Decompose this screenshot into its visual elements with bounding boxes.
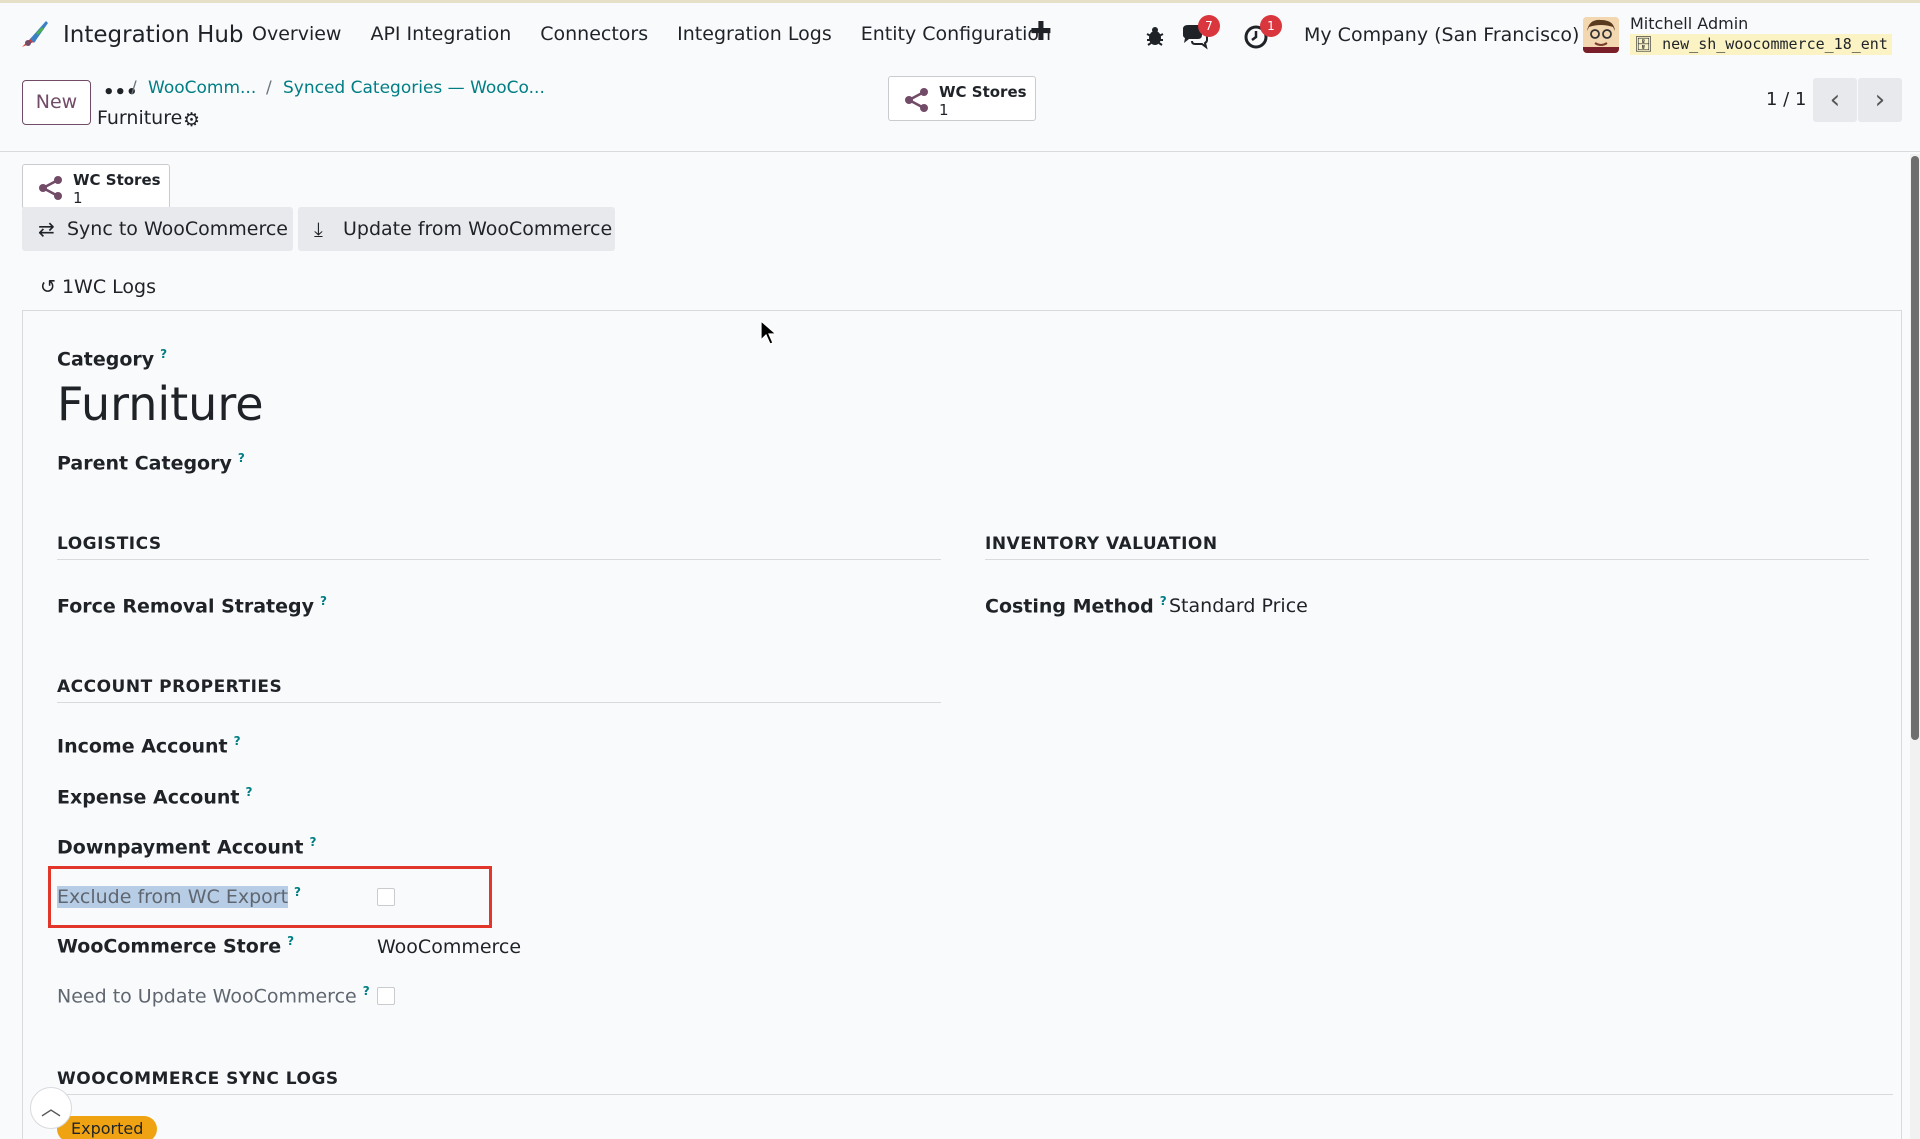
bug-icon[interactable] xyxy=(1140,21,1170,51)
arrows-exchange-icon: ⇄ xyxy=(38,217,55,241)
help-icon[interactable]: ? xyxy=(160,347,167,361)
sync-label: Sync to WooCommerce xyxy=(67,218,288,240)
costing-method-label-text: Costing Method xyxy=(985,595,1154,618)
database-tag: 🗄 new_sh_woocommerce_18_ent xyxy=(1630,34,1892,55)
wc-stores-stat-button-header[interactable]: WC Stores 1 xyxy=(888,76,1036,121)
form-view: WC Stores 1 ⇄ Sync to WooCommerce ⤓ Upda… xyxy=(0,152,1920,1139)
breadcrumb-item-synced-categories[interactable]: Synced Categories — WooCo... xyxy=(283,78,545,98)
stat-value: 1 xyxy=(939,101,949,119)
menu-connectors[interactable]: Connectors xyxy=(540,23,648,45)
exclude-from-wc-export-checkbox[interactable] xyxy=(377,888,395,906)
divider xyxy=(57,702,941,703)
help-icon[interactable]: ? xyxy=(234,734,241,748)
history-icon: ↺ xyxy=(40,276,56,298)
category-name-field[interactable]: Furniture xyxy=(57,377,264,431)
need-update-label: Need to Update WooCommerce? xyxy=(57,984,370,1007)
user-name[interactable]: Mitchell Admin xyxy=(1630,14,1748,33)
logs-label: 1WC Logs xyxy=(61,276,156,298)
woocommerce-store-value[interactable]: WooCommerce xyxy=(377,936,521,958)
parent-category-label-text: Parent Category xyxy=(57,452,232,475)
update-from-woocommerce-button[interactable]: ⤓ Update from WooCommerce xyxy=(298,207,615,251)
income-account-label: Income Account? xyxy=(57,734,241,757)
chevron-right-icon[interactable]: › xyxy=(1858,78,1902,122)
messages-badge: 7 xyxy=(1198,15,1220,37)
pager-value[interactable]: 1 / 1 xyxy=(1766,89,1806,110)
top-menu: Overview API Integration Connectors Inte… xyxy=(252,23,1080,45)
help-icon[interactable]: ? xyxy=(363,984,370,998)
wc-logs-button[interactable]: ↺ 1WC Logs xyxy=(40,276,156,298)
woocommerce-store-label-text: WooCommerce Store xyxy=(57,935,282,958)
messages-button[interactable]: 7 xyxy=(1180,15,1220,51)
share-icon xyxy=(39,176,62,200)
plus-icon[interactable]: ✚ xyxy=(1030,17,1052,47)
avatar[interactable] xyxy=(1583,17,1619,53)
help-icon[interactable]: ? xyxy=(1160,594,1167,608)
stat-value: 1 xyxy=(73,189,83,207)
user-avatar-icon xyxy=(1583,17,1619,53)
breadcrumb-item-woocommerce[interactable]: WooComm... xyxy=(148,78,256,98)
app-logo-icon[interactable] xyxy=(18,17,52,51)
expense-account-label: Expense Account? xyxy=(57,785,252,808)
exclude-from-wc-export-label-text: Exclude from WC Export xyxy=(57,886,289,909)
breadcrumb-separator: / xyxy=(266,78,272,98)
chevron-left-icon[interactable]: ‹ xyxy=(1813,78,1857,122)
menu-integration-logs[interactable]: Integration Logs xyxy=(677,23,832,45)
help-icon[interactable]: ? xyxy=(245,785,252,799)
need-update-label-text: Need to Update WooCommerce xyxy=(57,985,357,1008)
need-update-checkbox[interactable] xyxy=(377,987,395,1005)
help-icon[interactable]: ? xyxy=(294,885,301,899)
force-removal-label-text: Force Removal Strategy xyxy=(57,595,315,618)
main-navbar: Integration Hub Overview API Integration… xyxy=(0,3,1920,66)
app-name[interactable]: Integration Hub xyxy=(63,22,244,48)
divider xyxy=(57,1094,1893,1095)
new-button[interactable]: New xyxy=(22,80,91,125)
expense-account-label-text: Expense Account xyxy=(57,786,240,809)
scrollbar-thumb[interactable] xyxy=(1911,156,1919,740)
breadcrumb-separator: / xyxy=(131,78,137,98)
menu-entity-configuration[interactable]: Entity Configuration xyxy=(861,23,1051,45)
menu-api-integration[interactable]: API Integration xyxy=(370,23,511,45)
share-icon xyxy=(905,88,928,112)
chevron-up-icon[interactable]: ︿ xyxy=(30,1087,72,1129)
database-name: new_sh_woocommerce_18_ent xyxy=(1662,35,1888,53)
form-sheet: Category? Furniture Parent Category? LOG… xyxy=(22,310,1902,1139)
costing-method-label: Costing Method? xyxy=(985,594,1167,617)
record-title: Furniture xyxy=(97,107,183,129)
sync-to-woocommerce-button[interactable]: ⇄ Sync to WooCommerce xyxy=(22,207,293,251)
parent-category-label: Parent Category? xyxy=(57,451,245,474)
costing-method-value[interactable]: Standard Price xyxy=(1169,595,1308,617)
help-icon[interactable]: ? xyxy=(309,835,316,849)
help-icon[interactable]: ? xyxy=(320,594,327,608)
downpayment-account-label: Downpayment Account? xyxy=(57,835,316,858)
activities-button[interactable]: 1 xyxy=(1242,15,1282,51)
gear-icon[interactable]: ⚙ xyxy=(183,109,200,131)
database-icon: 🗄 xyxy=(1634,35,1663,53)
divider xyxy=(57,559,941,560)
inventory-section-title: INVENTORY VALUATION xyxy=(985,534,1218,554)
help-icon[interactable]: ? xyxy=(287,934,294,948)
category-label: Category? xyxy=(57,347,167,370)
stat-label: WC Stores xyxy=(939,83,1027,101)
mouse-cursor-icon xyxy=(760,320,778,345)
help-icon[interactable]: ? xyxy=(238,451,245,465)
company-switcher[interactable]: My Company (San Francisco) xyxy=(1304,24,1579,46)
income-account-label-text: Income Account xyxy=(57,735,228,758)
stat-label: WC Stores xyxy=(73,171,161,189)
divider xyxy=(985,559,1869,560)
logistics-section-title: LOGISTICS xyxy=(57,534,162,554)
menu-overview[interactable]: Overview xyxy=(252,23,341,45)
exclude-from-wc-export-label: Exclude from WC Export? xyxy=(57,885,301,909)
force-removal-label: Force Removal Strategy? xyxy=(57,594,327,617)
account-section-title: ACCOUNT PROPERTIES xyxy=(57,677,283,697)
downpayment-account-label-text: Downpayment Account xyxy=(57,836,304,859)
status-badge: Exported xyxy=(57,1116,158,1139)
activities-badge: 1 xyxy=(1260,15,1282,37)
category-label-text: Category xyxy=(57,348,155,371)
sync-logs-section-title: WOOCOMMERCE SYNC LOGS xyxy=(57,1069,339,1089)
control-panel: New ••• / WooComm... / Synced Categories… xyxy=(0,66,1920,152)
update-label: Update from WooCommerce xyxy=(343,218,613,240)
wc-stores-stat-button[interactable]: WC Stores 1 xyxy=(22,164,170,209)
download-icon: ⤓ xyxy=(314,217,323,241)
woocommerce-store-label: WooCommerce Store? xyxy=(57,934,294,957)
